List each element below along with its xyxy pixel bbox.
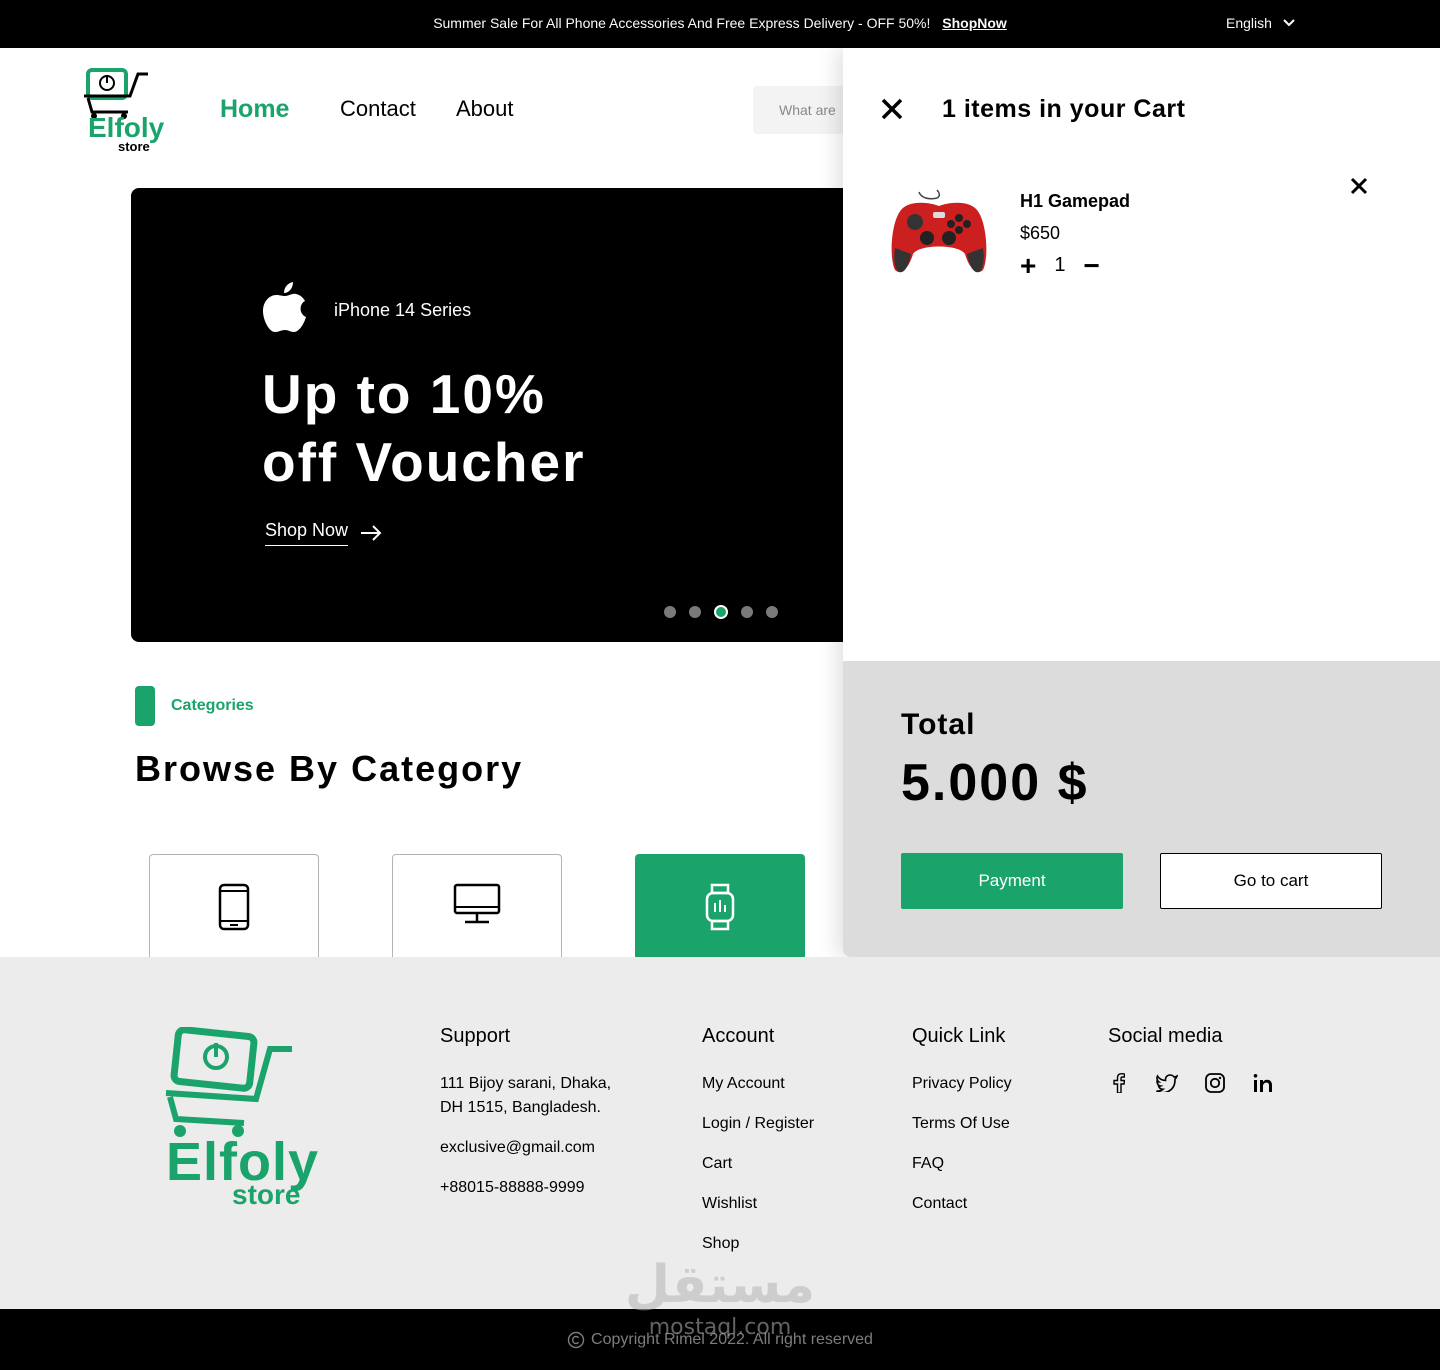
promo-text: Summer Sale For All Phone Accessories An… xyxy=(433,15,931,31)
phone-icon xyxy=(218,883,250,931)
footer-link-faq[interactable]: FAQ xyxy=(912,1152,1012,1176)
category-card-phone[interactable] xyxy=(149,854,319,957)
language-selector[interactable]: English xyxy=(1226,15,1296,31)
footer-logo[interactable]: Elfoly store xyxy=(160,1026,360,1217)
carousel-dots xyxy=(664,605,778,619)
hero-headline-line2: off Voucher xyxy=(262,431,586,493)
logo-sub: store xyxy=(118,139,150,154)
support-phone[interactable]: +88015-88888-9999 xyxy=(440,1176,611,1200)
cart-drawer: 1 items in your Cart H1 Gamepad $650 + 1… xyxy=(843,48,1440,957)
categories-accent-bar xyxy=(135,686,155,726)
remove-item-icon[interactable] xyxy=(1350,177,1368,195)
support-address-line2: DH 1515, Bangladesh. xyxy=(440,1099,601,1116)
watermark-arabic: مستقل xyxy=(624,1255,816,1315)
chevron-down-icon xyxy=(1283,19,1295,27)
categories-label: Categories xyxy=(171,697,254,714)
support-address-line1: 111 Bijoy sarani, Dhaka, xyxy=(440,1075,612,1092)
account-title: Account xyxy=(702,1025,775,1047)
quantity-minus-button[interactable]: − xyxy=(1083,251,1099,279)
support-email[interactable]: exclusive@gmail.com xyxy=(440,1136,611,1160)
footer-link-shop[interactable]: Shop xyxy=(702,1232,814,1256)
watermark: مستقل mostaql.com xyxy=(600,1255,840,1365)
category-card-smartwatch[interactable] xyxy=(635,854,805,957)
promo-text-wrap: Summer Sale For All Phone Accessories An… xyxy=(0,15,1440,31)
apple-icon xyxy=(263,282,306,332)
total-label: Total xyxy=(901,708,976,741)
facebook-icon[interactable] xyxy=(1108,1072,1130,1094)
footer-support: Support 111 Bijoy sarani, Dhaka, DH 1515… xyxy=(440,1025,611,1216)
quick-link-title: Quick Link xyxy=(912,1025,1006,1047)
top-banner: Summer Sale For All Phone Accessories An… xyxy=(0,0,1440,48)
quantity-plus-button[interactable]: + xyxy=(1020,251,1036,279)
hero-headline-line1: Up to 10% xyxy=(262,363,546,425)
support-title: Support xyxy=(440,1025,511,1047)
footer-link-contact[interactable]: Contact xyxy=(912,1192,1012,1216)
footer-link-privacy[interactable]: Privacy Policy xyxy=(912,1072,1012,1096)
footer-logo-sub: store xyxy=(232,1179,301,1210)
nav-contact[interactable]: Contact xyxy=(340,96,416,122)
social-icons xyxy=(1108,1072,1274,1094)
footer-account: Account My Account Login / Register Cart… xyxy=(702,1025,814,1272)
carousel-dot[interactable] xyxy=(664,606,676,618)
footer-social: Social media xyxy=(1108,1025,1274,1094)
hero-series: iPhone 14 Series xyxy=(334,300,472,320)
carousel-dot[interactable] xyxy=(741,606,753,618)
social-title: Social media xyxy=(1108,1025,1223,1047)
watermark-latin: mostaql.com xyxy=(648,1315,792,1340)
instagram-icon[interactable] xyxy=(1204,1072,1226,1094)
linkedin-icon[interactable] xyxy=(1252,1072,1274,1094)
footer-link-terms[interactable]: Terms Of Use xyxy=(912,1112,1012,1136)
footer-quick-link: Quick Link Privacy Policy Terms Of Use F… xyxy=(912,1025,1012,1232)
cart-item-name: H1 Gamepad xyxy=(1020,191,1131,211)
nav-home[interactable]: Home xyxy=(220,95,289,124)
hero-shop-now-button[interactable]: Shop Now xyxy=(265,520,382,546)
payment-button[interactable]: Payment xyxy=(901,853,1123,909)
footer-link-wishlist[interactable]: Wishlist xyxy=(702,1192,814,1216)
arrow-right-icon xyxy=(361,525,382,541)
twitter-icon[interactable] xyxy=(1156,1072,1178,1094)
copyright-icon xyxy=(567,1331,585,1348)
language-label: English xyxy=(1226,15,1272,31)
close-icon[interactable] xyxy=(881,98,903,120)
gamepad-image xyxy=(891,189,987,273)
hero-banner: iPhone 14 Series Up to 10% off Voucher S… xyxy=(131,188,871,642)
smartwatch-icon xyxy=(705,883,735,931)
category-card-computer[interactable] xyxy=(392,854,562,957)
nav-about[interactable]: About xyxy=(456,96,514,122)
shop-now-link[interactable]: ShopNow xyxy=(942,15,1007,31)
logo[interactable]: Elfoly store xyxy=(82,66,182,156)
hero-shop-now-label: Shop Now xyxy=(265,520,349,546)
carousel-dot-active[interactable] xyxy=(714,605,728,619)
hero-headline: Up to 10% off Voucher xyxy=(262,360,585,496)
cart-logo-icon xyxy=(165,1026,292,1137)
footer-link-cart[interactable]: Cart xyxy=(702,1152,814,1176)
carousel-dot[interactable] xyxy=(766,606,778,618)
categories-title: Browse By Category xyxy=(135,748,524,789)
go-to-cart-button[interactable]: Go to cart xyxy=(1160,853,1382,909)
cart-item-price: $650 xyxy=(1020,223,1061,243)
total-value: 5.000 $ xyxy=(901,754,1089,812)
support-address: 111 Bijoy sarani, Dhaka, DH 1515, Bangla… xyxy=(440,1072,611,1120)
footer-link-my-account[interactable]: My Account xyxy=(702,1072,814,1096)
carousel-dot[interactable] xyxy=(689,606,701,618)
cart-total-panel: Total 5.000 $ Payment Go to cart xyxy=(843,661,1440,957)
computer-icon xyxy=(453,883,501,924)
cart-title: 1 items in your Cart xyxy=(942,95,1186,123)
footer-link-login-register[interactable]: Login / Register xyxy=(702,1112,814,1136)
quantity-stepper: + 1 − xyxy=(1020,251,1100,279)
quantity-value: 1 xyxy=(1054,254,1066,276)
